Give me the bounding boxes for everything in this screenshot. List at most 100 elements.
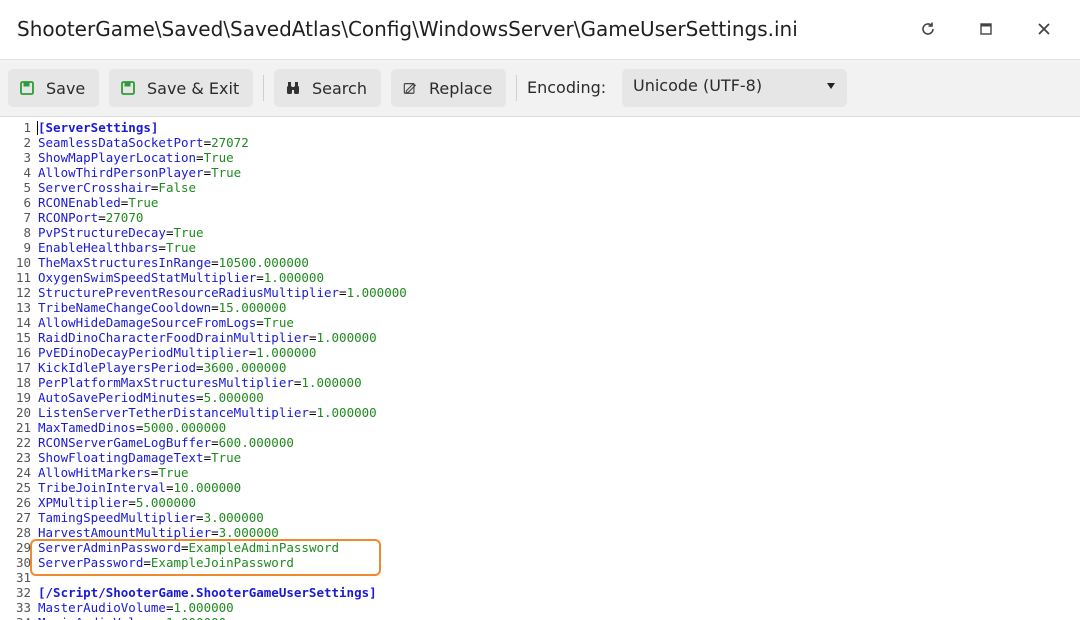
- code-line[interactable]: 31: [0, 570, 1080, 585]
- setting-key: ServerPassword: [38, 555, 144, 570]
- code-line[interactable]: 6 RCONEnabled=True: [0, 195, 1080, 210]
- setting-key: MusicAudioVolume: [38, 615, 158, 620]
- toolbar-separator: [516, 75, 517, 101]
- code-editor[interactable]: 1 [ServerSettings] 2 SeamlessDataSocketPort…: [0, 117, 1080, 620]
- setting-value: 27070: [105, 210, 144, 225]
- code-line[interactable]: 23 ShowFloatingDamageText=True: [0, 450, 1080, 465]
- code-line[interactable]: 12 StructurePreventResourceRadiusMultipli…: [0, 285, 1080, 300]
- line-number: 17: [15, 360, 31, 375]
- line-number: 27: [15, 510, 31, 525]
- line-content: AllowHitMarkers=True: [38, 465, 189, 480]
- reload-icon[interactable]: [916, 17, 940, 41]
- setting-value: True: [158, 465, 189, 480]
- search-button[interactable]: Search: [274, 69, 381, 107]
- code-line[interactable]: 33 MasterAudioVolume=1.000000: [0, 600, 1080, 615]
- setting-value: 1.000000: [301, 375, 362, 390]
- line-content: KickIdlePlayersPeriod=3600.000000: [38, 360, 287, 375]
- code-line[interactable]: 1 [ServerSettings]: [0, 120, 1080, 135]
- code-line[interactable]: 34 MusicAudioVolume=1.000000: [0, 615, 1080, 620]
- line-content: TribeNameChangeCooldown=15.000000: [38, 300, 287, 315]
- line-number: 7: [23, 210, 31, 225]
- code-line[interactable]: 25 TribeJoinInterval=10.000000: [0, 480, 1080, 495]
- line-content: PvEDinoDecayPeriodMultiplier=1.000000: [38, 345, 317, 360]
- code-line[interactable]: 4 AllowThirdPersonPlayer=True: [0, 165, 1080, 180]
- line-number: 13: [15, 300, 31, 315]
- code-line[interactable]: 15 RaidDinoCharacterFoodDrainMultiplier=1…: [0, 330, 1080, 345]
- setting-value: ExampleAdminPassword: [188, 540, 340, 555]
- code-line[interactable]: 11 OxygenSwimSpeedStatMultiplier=1.000000: [0, 270, 1080, 285]
- line-number: 18: [15, 375, 31, 390]
- code-line[interactable]: 3 ShowMapPlayerLocation=True: [0, 150, 1080, 165]
- line-content: AllowThirdPersonPlayer=True: [38, 165, 242, 180]
- code-line[interactable]: 13 TribeNameChangeCooldown=15.000000: [0, 300, 1080, 315]
- title-bar: ShooterGame\Saved\SavedAtlas\Config\Wind…: [0, 0, 1080, 60]
- line-number: 30: [15, 555, 31, 570]
- code-line[interactable]: 21 MaxTamedDinos=5000.000000: [0, 420, 1080, 435]
- code-line[interactable]: 7 RCONPort=27070: [0, 210, 1080, 225]
- line-number: 10: [15, 255, 31, 270]
- encoding-label: Encoding:: [527, 78, 607, 97]
- setting-value: True: [203, 150, 234, 165]
- setting-key: HarvestAmountMultiplier: [38, 525, 212, 540]
- code-line[interactable]: 9 EnableHealthbars=True: [0, 240, 1080, 255]
- line-content: ListenServerTetherDistanceMultiplier=1.0…: [38, 405, 377, 420]
- line-content: ServerPassword=ExampleJoinPassword: [38, 555, 294, 570]
- line-content: TheMaxStructuresInRange=10500.000000: [38, 255, 309, 270]
- encoding-select[interactable]: Unicode (UTF-8): [622, 69, 847, 107]
- setting-value: 5.000000: [135, 495, 197, 510]
- setting-key: ShowMapPlayerLocation: [38, 150, 197, 165]
- replace-label: Replace: [429, 78, 493, 98]
- setting-key: MaxTamedDinos: [38, 420, 136, 435]
- setting-value: 5.000000: [203, 390, 264, 405]
- code-line[interactable]: 10 TheMaxStructuresInRange=10500.000000: [0, 255, 1080, 270]
- line-number: 16: [15, 345, 31, 360]
- code-line[interactable]: 2 SeamlessDataSocketPort=27072: [0, 135, 1080, 150]
- code-line[interactable]: 26 XPMultiplier=5.000000: [0, 495, 1080, 510]
- setting-key: AllowHideDamageSourceFromLogs: [38, 315, 257, 330]
- maximize-icon[interactable]: [974, 17, 998, 41]
- setting-key: AutoSavePeriodMinutes: [38, 390, 197, 405]
- setting-key: RCONPort: [38, 210, 99, 225]
- setting-value: 3.000000: [218, 525, 279, 540]
- setting-value: 15.000000: [218, 300, 287, 315]
- encoding-value: Unicode (UTF-8): [633, 76, 763, 95]
- line-content: MasterAudioVolume=1.000000: [38, 600, 234, 615]
- code-line[interactable]: 8 PvPStructureDecay=True: [0, 225, 1080, 240]
- code-line[interactable]: 30 ServerPassword=ExampleJoinPassword: [0, 555, 1080, 570]
- line-number: 20: [15, 405, 31, 420]
- window-title: ShooterGame\Saved\SavedAtlas\Config\Wind…: [17, 17, 798, 41]
- setting-value: True: [211, 165, 242, 180]
- setting-value: 3600.000000: [203, 360, 287, 375]
- setting-value: True: [263, 315, 294, 330]
- save-button[interactable]: Save: [8, 69, 99, 107]
- save-and-exit-button[interactable]: Save & Exit: [109, 69, 253, 107]
- code-line[interactable]: 19 AutoSavePeriodMinutes=5.000000: [0, 390, 1080, 405]
- save-label: Save: [46, 78, 86, 98]
- save-and-exit-label: Save & Exit: [147, 78, 240, 98]
- line-number: 34: [16, 615, 31, 620]
- line-number: 25: [15, 480, 31, 495]
- setting-value: 1.000000: [316, 405, 377, 420]
- code-line[interactable]: 32 [/Script/ShooterGame.ShooterGameUserSe…: [0, 585, 1080, 600]
- code-line[interactable]: 18 PerPlatformMaxStructuresMultiplier=1.0…: [0, 375, 1080, 390]
- close-icon[interactable]: [1032, 17, 1056, 41]
- code-line[interactable]: 17 KickIdlePlayersPeriod=3600.000000: [0, 360, 1080, 375]
- code-line[interactable]: 22 RCONServerGameLogBuffer=600.000000: [0, 435, 1080, 450]
- setting-value: 1.000000: [263, 270, 324, 285]
- code-line[interactable]: 5 ServerCrosshair=False: [0, 180, 1080, 195]
- line-number: 5: [23, 180, 31, 195]
- code-line[interactable]: 29 ServerAdminPassword=ExampleAdminPasswo…: [0, 540, 1080, 555]
- code-line[interactable]: 14 AllowHideDamageSourceFromLogs=True: [0, 315, 1080, 330]
- code-line[interactable]: 24 AllowHitMarkers=True: [0, 465, 1080, 480]
- line-content: PerPlatformMaxStructuresMultiplier=1.000…: [38, 375, 362, 390]
- code-line[interactable]: 20 ListenServerTetherDistanceMultiplier=1…: [0, 405, 1080, 420]
- setting-key: PvPStructureDecay: [38, 225, 166, 240]
- setting-value: 3.000000: [203, 510, 264, 525]
- code-line[interactable]: 16 PvEDinoDecayPeriodMultiplier=1.000000: [0, 345, 1080, 360]
- code-line[interactable]: 27 TamingSpeedMultiplier=3.000000: [0, 510, 1080, 525]
- line-content: ShowFloatingDamageText=True: [38, 450, 242, 465]
- replace-button[interactable]: Replace: [391, 69, 506, 107]
- binoculars-icon: [286, 81, 300, 95]
- line-content: OxygenSwimSpeedStatMultiplier=1.000000: [38, 270, 324, 285]
- code-line[interactable]: 28 HarvestAmountMultiplier=3.000000: [0, 525, 1080, 540]
